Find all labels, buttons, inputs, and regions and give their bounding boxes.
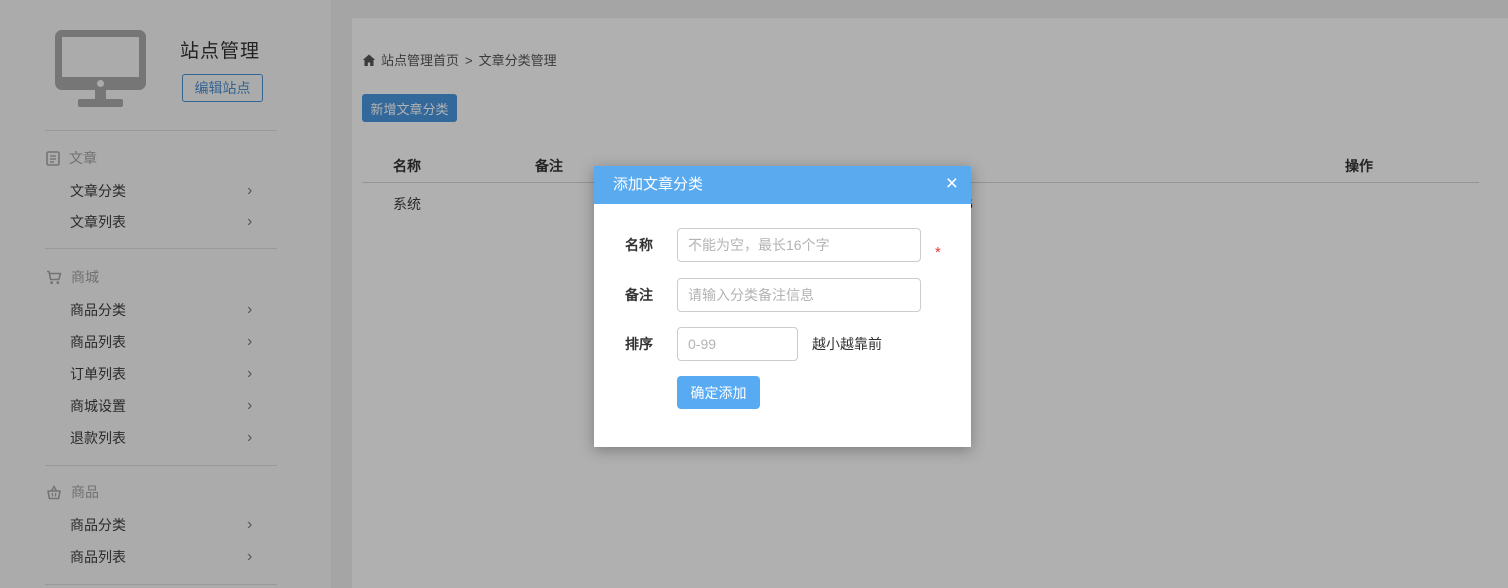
note-field-label: 备注 xyxy=(625,278,675,312)
name-field-input[interactable] xyxy=(677,228,921,262)
add-category-modal: 添加文章分类 × 名称 * 备注 排序 越小越靠前 确定添加 xyxy=(594,166,971,447)
note-field-input[interactable] xyxy=(677,278,921,312)
modal-title: 添加文章分类 xyxy=(613,166,703,204)
confirm-add-button[interactable]: 确定添加 xyxy=(677,376,760,409)
sort-field-label: 排序 xyxy=(625,327,675,361)
close-icon[interactable]: × xyxy=(946,166,958,202)
modal-header: 添加文章分类 × xyxy=(594,166,971,204)
name-field-label: 名称 xyxy=(625,228,675,262)
sort-field-input[interactable] xyxy=(677,327,798,361)
sort-hint: 越小越靠前 xyxy=(812,327,882,361)
required-asterisk: * xyxy=(935,236,941,270)
